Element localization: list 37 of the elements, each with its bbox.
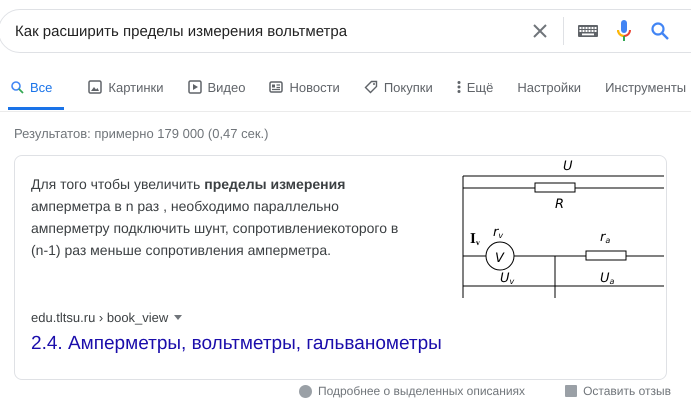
close-icon[interactable]	[531, 22, 549, 40]
search-icon	[10, 80, 24, 94]
tag-icon	[364, 80, 378, 94]
image-icon	[88, 80, 102, 94]
snippet-text: Для того чтобы увеличить пределы измерения амперметра в n раз , необходимо параллельно амперметру подключить шунт, сопротивлениекоторого в (n-1) раз меньше сопротивления амперметра.	[31, 175, 400, 260]
tab[interactable]: Ещё	[456, 64, 494, 110]
footer-link[interactable]: Оставить отзыв	[583, 384, 671, 398]
newspaper-icon	[269, 80, 284, 94]
source-url[interactable]: edu.tltsu.ru › book_view	[31, 310, 168, 325]
help-icon	[298, 384, 312, 398]
more-icon	[456, 80, 461, 94]
tab[interactable]: Картинки	[88, 64, 164, 110]
diagram-label: U$_{v}$	[500, 271, 514, 286]
diagram-label: I$_{v}$	[470, 231, 480, 247]
play-icon	[188, 80, 202, 94]
result-link[interactable]: 2.4. Амперметры, вольтметры, гальванометры	[31, 333, 442, 355]
feedback-icon	[565, 385, 578, 397]
tab[interactable]: Видео	[188, 64, 246, 110]
search-field[interactable]: Как расширить пределы измерения вольтметра	[0, 9, 691, 53]
tab[interactable]: Новости	[269, 64, 340, 110]
diagram-label: U$_{a}$	[600, 271, 614, 286]
footer-link[interactable]: Подробнее о выделенных описаниях	[318, 384, 526, 398]
search-query: Как расширить пределы измерения вольтметра	[15, 22, 348, 40]
result-stats: Результатов: примерно 179 000 (0,47 сек.)	[14, 126, 270, 142]
tab[interactable]: Покупки	[364, 64, 433, 110]
dropdown-icon[interactable]	[174, 315, 182, 320]
diagram-label: r$_{v}$	[493, 225, 504, 240]
diagram-label: R	[555, 197, 564, 212]
tab[interactable]: Настройки	[517, 64, 582, 110]
microphone-icon[interactable]	[616, 19, 632, 43]
diagram-label: V	[495, 251, 504, 266]
diagram-label: U	[563, 159, 573, 174]
search-icon[interactable]	[650, 21, 670, 41]
tab[interactable]: Все	[8, 64, 64, 110]
tab[interactable]: Инструменты	[605, 64, 686, 110]
diagram-label: r$_{a}$	[600, 230, 610, 245]
keyboard-icon[interactable]	[578, 25, 598, 37]
